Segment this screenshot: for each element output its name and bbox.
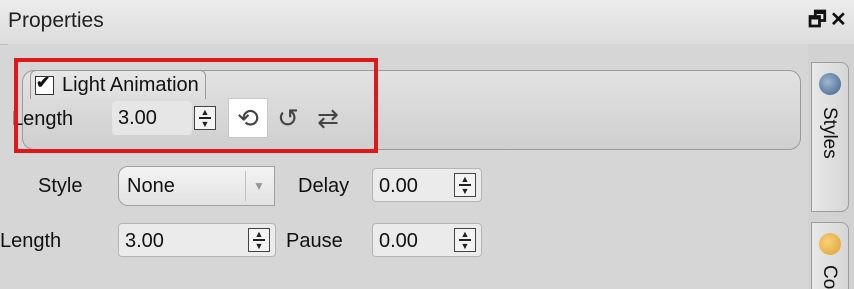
panel-titlebar: Properties 🗗 ✕: [0, 0, 854, 45]
delay-label: Delay: [298, 175, 350, 197]
spin-up-icon: ▲: [460, 229, 470, 239]
ping-pong-button[interactable]: ↺: [268, 98, 308, 138]
loop-off-icon: ⟲: [237, 102, 259, 133]
chevron-down-icon[interactable]: ▼: [245, 171, 272, 201]
spin-down-icon: ▼: [254, 241, 264, 251]
tab-color-label: Co: [819, 265, 840, 289]
spin-down-icon: ▼: [200, 119, 210, 129]
repeat-button[interactable]: ⇄: [308, 98, 348, 138]
properties-panel: Properties 🗗 ✕ ✔ Light Animation Length …: [0, 0, 854, 289]
tab-color[interactable]: Co: [811, 222, 849, 289]
spin-up-icon: ▲: [200, 107, 210, 117]
pause-spinner[interactable]: ▲ ▼: [454, 228, 476, 252]
float-window-icon[interactable]: 🗗: [808, 9, 827, 31]
animation-length-input[interactable]: 3.00: [112, 101, 192, 135]
light-animation-label: Light Animation: [62, 73, 199, 96]
properties-content: ✔ Light Animation Length 3.00 ▲ ▼ ⟲ ↺ ⇄ …: [0, 44, 808, 289]
style-dropdown[interactable]: None ▼: [118, 166, 275, 206]
delay-value: 0.00: [379, 175, 418, 197]
style-label: Style: [38, 175, 83, 197]
spin-down-icon: ▼: [460, 241, 470, 251]
checkmark-icon: ✔: [36, 72, 51, 92]
color-palette-icon: [819, 233, 841, 255]
pause-label: Pause: [286, 230, 343, 252]
light-animation-legend[interactable]: ✔ Light Animation: [30, 70, 206, 99]
light-animation-checkbox[interactable]: ✔: [35, 72, 54, 95]
spin-up-icon: ▲: [460, 174, 470, 184]
style-dropdown-value: None: [127, 175, 175, 197]
tab-styles[interactable]: Styles: [811, 62, 849, 212]
delay-spinner[interactable]: ▲ ▼: [454, 173, 476, 197]
length-value: 3.00: [125, 230, 164, 252]
close-icon[interactable]: ✕: [830, 9, 847, 31]
length-spinner[interactable]: ▲ ▼: [248, 228, 270, 252]
panel-title: Properties: [8, 9, 104, 32]
animation-length-label: Length: [12, 108, 74, 130]
spin-up-icon: ▲: [254, 229, 264, 239]
side-tab-strip: Styles Co: [808, 44, 854, 289]
animation-length-spinner[interactable]: ▲ ▼: [194, 106, 216, 130]
spin-down-icon: ▼: [460, 186, 470, 196]
ping-pong-icon: ↺: [277, 102, 299, 133]
styles-icon: [819, 73, 841, 95]
repeat-icon: ⇄: [317, 102, 339, 133]
loop-off-button[interactable]: ⟲: [228, 98, 268, 138]
tab-styles-label: Styles: [819, 107, 840, 159]
pause-value: 0.00: [379, 230, 418, 252]
length-label: Length: [0, 230, 62, 252]
